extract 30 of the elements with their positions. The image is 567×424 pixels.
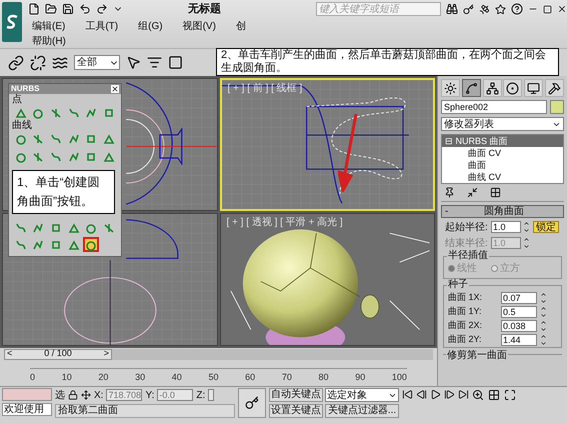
section-label: 点 xyxy=(12,94,23,105)
window-title: 无标题 xyxy=(188,2,221,17)
instruction-callout-tooltip: 1、单击“创建圆角曲面”按钮。 xyxy=(12,170,115,214)
group-title: 修剪第一曲面 xyxy=(446,350,508,361)
timeline-tick-label: 20 xyxy=(98,370,108,384)
timeline-tick-label: 70 xyxy=(282,370,292,384)
panel-title: NURBS xyxy=(11,83,40,94)
coordinate-label: Y: xyxy=(145,388,154,402)
timeline-tick-label: 0 xyxy=(30,370,36,384)
coordinate-label: Z: xyxy=(196,388,206,402)
field-label: 曲面 1Y: xyxy=(448,304,483,318)
timeline-tick-label: 40 xyxy=(172,370,182,384)
timeline-tick-label: 100 xyxy=(392,370,407,384)
timeline-tick-label: 30 xyxy=(135,370,146,384)
timeline-tick-label: 10 xyxy=(62,370,72,384)
timeline-tick-label: 60 xyxy=(245,370,256,384)
field-label: 曲面 2Y: xyxy=(448,332,483,346)
section-label: 曲线 xyxy=(12,120,33,131)
group-title: 种子 xyxy=(447,279,469,290)
field-label: 曲面 1X: xyxy=(448,290,484,304)
group-title: 半径插值 xyxy=(447,250,489,261)
field-label: 结束半径: xyxy=(445,236,489,250)
instruction-callout-tooltip: 2、单击车削产生的曲面，然后单击蘑菇顶部曲面，在两个面之间会生成圆角面。 xyxy=(216,48,559,76)
timeline-tick-label: 50 xyxy=(208,370,218,384)
field-label: 曲面 2X: xyxy=(448,318,484,332)
field-label: 起始半径: xyxy=(445,220,489,234)
timeline-tick-label: 90 xyxy=(355,370,366,384)
selection-label: 选 xyxy=(55,388,65,402)
timeline-tick-label: 80 xyxy=(318,370,329,384)
coordinate-label: X: xyxy=(94,388,104,402)
